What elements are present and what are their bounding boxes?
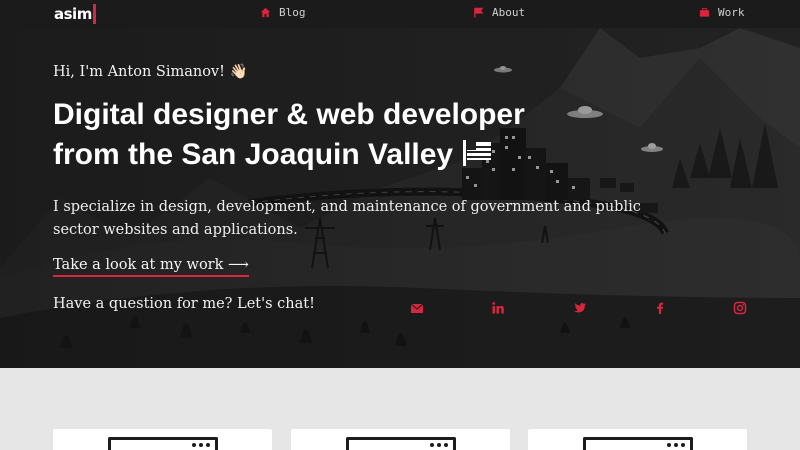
site-logo[interactable]: asim (54, 3, 96, 25)
intro-text: I specialize in design, development, and… (53, 199, 641, 238)
greeting-text: Hi, I'm Anton Simanov! 👋🏻 (53, 64, 248, 80)
logo-text: asim (54, 5, 92, 23)
instagram-link[interactable] (732, 300, 748, 316)
instagram-icon (733, 301, 747, 315)
work-card[interactable] (528, 429, 747, 450)
facebook-icon (657, 302, 664, 314)
work-card[interactable] (291, 429, 510, 450)
work-section (0, 368, 800, 450)
chat-prompt: Have a question for me? Let's chat! (53, 296, 315, 312)
twitter-icon (574, 303, 586, 313)
nav-about-label: About (492, 6, 526, 19)
browser-window-icon (108, 437, 218, 450)
work-link[interactable]: Take a look at my work ⟶ (53, 257, 249, 277)
nav-about[interactable]: About (473, 6, 525, 19)
work-card[interactable] (53, 429, 272, 450)
headline-line-2: from the San Joaquin Valley (53, 138, 454, 171)
twitter-link[interactable] (572, 300, 588, 316)
browser-window-icon (583, 437, 693, 450)
logo-accent-bar (92, 4, 96, 24)
browser-window-icon (346, 437, 456, 450)
nav-blog[interactable]: Blog (260, 6, 306, 19)
linkedin-icon (492, 302, 504, 314)
flag-icon (474, 7, 484, 18)
briefcase-icon (699, 7, 710, 17)
page-title: Digital designer & web developer from th… (53, 95, 613, 175)
nav-work-label: Work (718, 6, 745, 19)
email-link[interactable] (409, 300, 425, 316)
nav-work[interactable]: Work (699, 6, 745, 19)
nav-blog-label: Blog (279, 6, 306, 19)
mail-icon (410, 303, 424, 313)
facebook-link[interactable] (652, 300, 668, 316)
home-icon (260, 7, 271, 18)
site-header: asim Blog About Work (0, 0, 800, 28)
linkedin-link[interactable] (490, 300, 506, 316)
headline-line-1: Digital designer & web developer (53, 98, 525, 131)
hero-section: Hi, I'm Anton Simanov! 👋🏻 Digital design… (0, 28, 800, 368)
flag-icon (463, 140, 492, 166)
